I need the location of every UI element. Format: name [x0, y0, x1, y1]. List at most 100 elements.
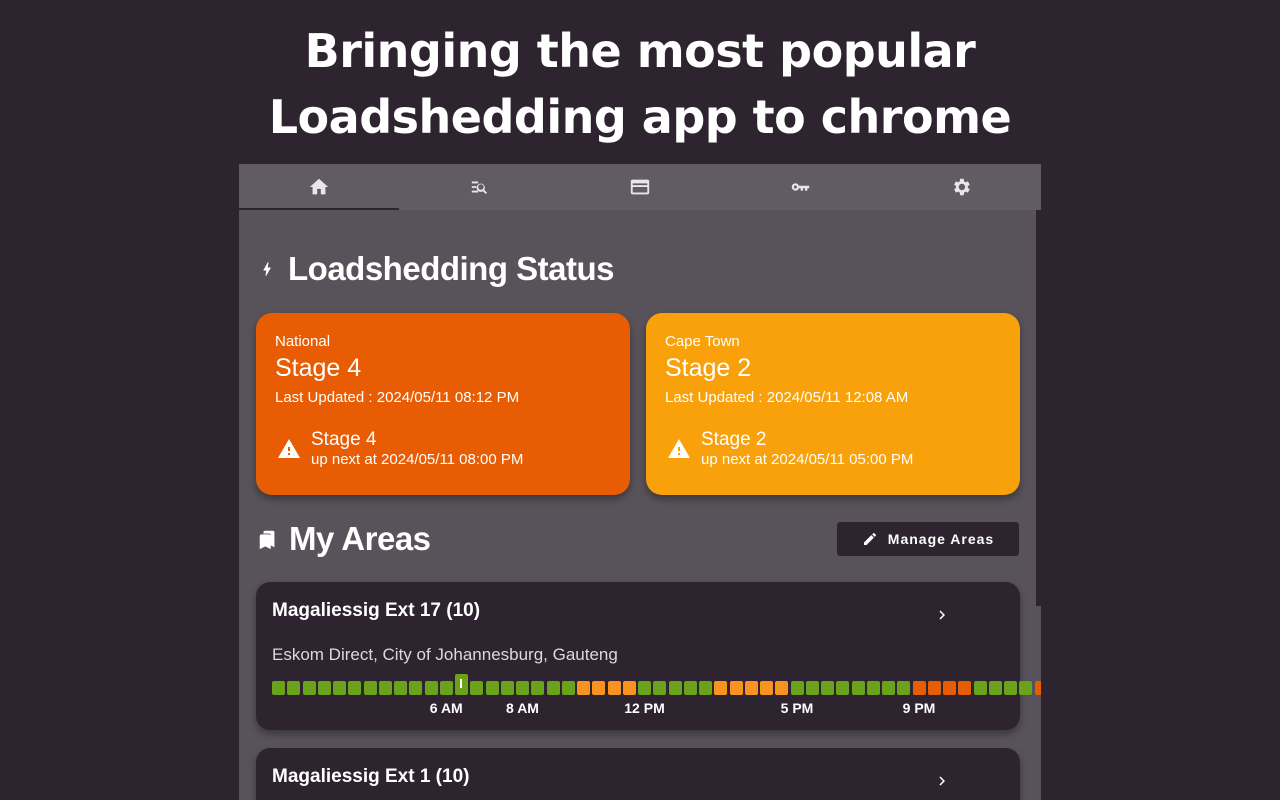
- timeline-slot: [592, 681, 606, 695]
- timeline-slot: [790, 681, 804, 695]
- card-next-stage: Stage 4 up next at 2024/05/11 08:00 PM: [276, 429, 523, 469]
- timeline-slot: [1034, 681, 1041, 695]
- timeline-slot: [882, 681, 895, 695]
- timeline-slot: [302, 681, 316, 695]
- timeline-slot: [714, 681, 728, 695]
- extension-popup: Loadshedding Status National Stage 4 Las…: [239, 164, 1041, 800]
- wallet-icon: [630, 179, 650, 195]
- timeline-slot: [622, 681, 636, 695]
- timeline-slot: [485, 681, 499, 695]
- manage-areas-button[interactable]: Manage Areas: [837, 522, 1019, 556]
- timeline-slot: [744, 681, 758, 695]
- tab-home[interactable]: [239, 164, 400, 210]
- schedule-timeline: [272, 674, 1041, 695]
- timeline-slot: [805, 681, 819, 695]
- timeline-slot: [683, 681, 697, 695]
- timeline-slot: [1004, 681, 1017, 695]
- timeline-slot: [272, 681, 285, 695]
- city-status-card: Cape Town Stage 2 Last Updated : 2024/05…: [646, 313, 1020, 495]
- areas-title: My Areas: [289, 520, 431, 557]
- timeline-slot: [958, 681, 972, 695]
- home-icon: [310, 178, 329, 195]
- card-region: Cape Town: [665, 333, 740, 350]
- timeline-slot: [439, 681, 453, 695]
- timeline-slot: [927, 681, 941, 695]
- timeline-slot: [866, 681, 880, 695]
- next-stage-label: Stage 2: [701, 429, 767, 450]
- national-status-card: National Stage 4 Last Updated : 2024/05/…: [256, 313, 630, 495]
- next-stage-time: up next at 2024/05/11 05:00 PM: [701, 451, 914, 468]
- timeline-slot: [424, 681, 438, 695]
- hero-line-2: Loadshedding app to chrome: [268, 90, 1012, 144]
- timeline-slot: [1019, 681, 1033, 695]
- tab-key[interactable]: [720, 164, 880, 210]
- timeline-slot: [287, 681, 301, 695]
- next-stage-label: Stage 4: [311, 429, 377, 450]
- timeline-slot: [317, 681, 331, 695]
- area-card[interactable]: Magaliessig Ext 17 (10) Eskom Direct, Ci…: [256, 582, 1041, 730]
- timeline-slot: [973, 681, 987, 695]
- timeline-slot: [409, 681, 423, 695]
- hero-line-1: Bringing the most popular: [304, 24, 976, 78]
- key-icon: [792, 183, 810, 191]
- timeline-slot: [897, 681, 911, 695]
- tab-search-areas[interactable]: [399, 164, 559, 210]
- timeline-slot: [851, 681, 865, 695]
- timeline-slot: [699, 681, 712, 695]
- timeline-slot: [760, 681, 773, 695]
- timeline-slot: [607, 681, 621, 695]
- pencil-icon: [863, 533, 876, 545]
- timeline-slot: [836, 681, 850, 695]
- current-time-marker: [455, 674, 468, 695]
- timeline-slot: [943, 681, 956, 695]
- timeline-slot: [531, 681, 545, 695]
- card-stage: Stage 2: [665, 354, 752, 382]
- timeline-slot: [912, 681, 926, 695]
- next-stage-time: up next at 2024/05/11 08:00 PM: [311, 451, 524, 468]
- timeline-slot: [638, 681, 651, 695]
- area-card[interactable]: Magaliessig Ext 1 (10): [256, 748, 1020, 800]
- chevron-right-icon[interactable]: [933, 606, 951, 624]
- tab-wallet[interactable]: [560, 164, 720, 210]
- timeline-slot: [394, 681, 407, 695]
- manage-areas-label: Manage Areas: [887, 531, 995, 547]
- timeline-slot: [348, 681, 362, 695]
- area-name: Magaliessig Ext 17 (10): [272, 600, 481, 621]
- timeline-slot: [775, 681, 789, 695]
- timeline-tick-label: 5 PM: [780, 700, 814, 716]
- timeline-slot: [378, 681, 392, 695]
- timeline-slot: [821, 681, 834, 695]
- timeline-slot: [546, 681, 560, 695]
- tab-settings[interactable]: [881, 164, 1041, 210]
- status-title: Loadshedding Status: [288, 250, 615, 287]
- areas-heading: My Areas: [257, 520, 431, 558]
- search-list-icon: [471, 181, 487, 194]
- warning-icon: [668, 439, 690, 458]
- card-stage: Stage 4: [275, 354, 362, 382]
- chevron-right-icon[interactable]: [933, 772, 951, 790]
- timeline-slot: [363, 681, 377, 695]
- gear-icon: [953, 178, 970, 196]
- timeline-slot: [500, 681, 514, 695]
- warning-icon: [278, 439, 300, 458]
- card-last-updated: Last Updated : 2024/05/11 12:08 AM: [665, 389, 909, 406]
- timeline-slot: [653, 681, 667, 695]
- timeline-tick-label: 8 AM: [506, 700, 539, 716]
- timeline-slot: [561, 681, 575, 695]
- card-last-updated: Last Updated : 2024/05/11 08:12 PM: [275, 389, 520, 406]
- timeline-tick-label: 6 AM: [429, 700, 463, 716]
- status-heading: Loadshedding Status: [258, 250, 615, 288]
- tab-bar: [239, 164, 1041, 210]
- timeline-tick-label: 12 PM: [624, 700, 665, 716]
- timeline-slot: [668, 681, 682, 695]
- card-next-stage: Stage 2 up next at 2024/05/11 05:00 PM: [666, 429, 913, 469]
- lightning-icon: [263, 262, 271, 276]
- timeline-slot: [577, 681, 590, 695]
- area-subtitle: Eskom Direct, City of Johannesburg, Gaut…: [272, 645, 618, 664]
- hero-heading: Bringing the most popular Loadshedding a…: [0, 18, 1280, 150]
- timeline-slot: [988, 681, 1002, 695]
- timeline-slot: [333, 681, 346, 695]
- timeline-tick-label: 9 PM: [902, 700, 936, 716]
- card-region: National: [275, 333, 331, 350]
- timeline-slot: [470, 681, 484, 695]
